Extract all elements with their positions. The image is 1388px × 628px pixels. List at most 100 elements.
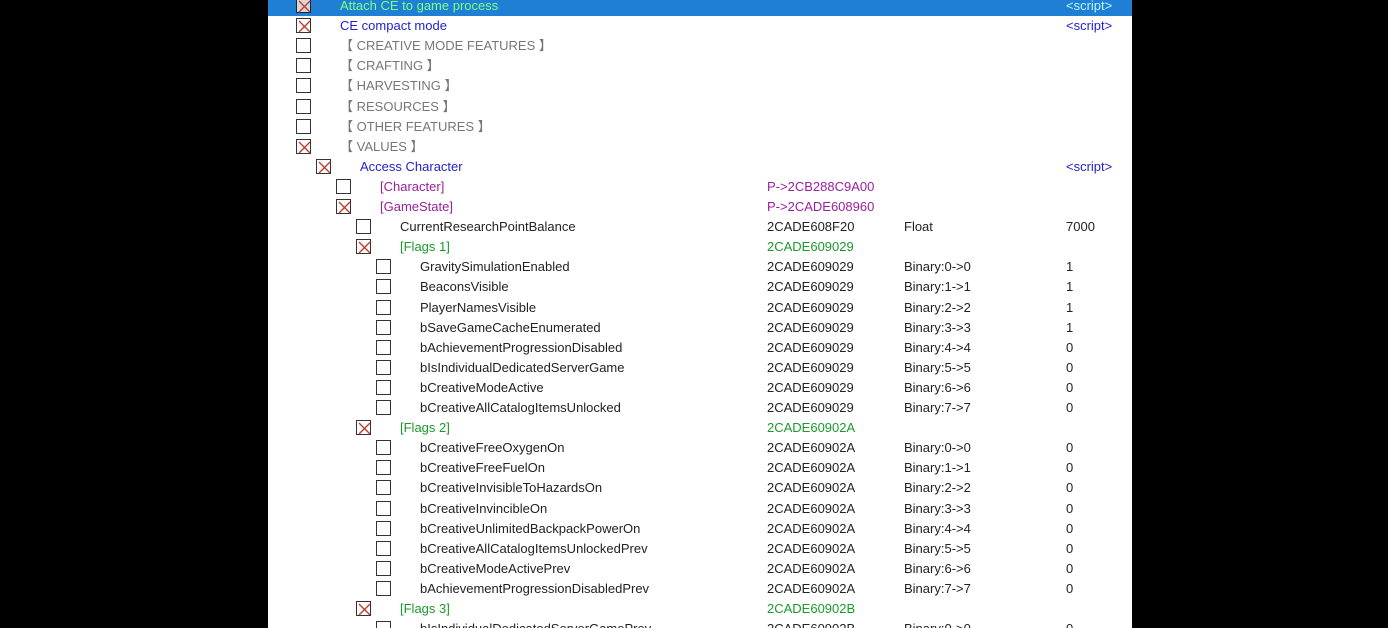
table-row[interactable]: PlayerNamesVisible 2CADE609029 Binary:2->2… bbox=[268, 298, 1132, 318]
active-checkbox[interactable] bbox=[376, 580, 391, 596]
row-address: 2CADE609029 bbox=[767, 339, 854, 355]
active-checkbox[interactable] bbox=[376, 400, 391, 415]
table-row[interactable]: bCreativeAllCatalogItemsUnlockedPrev 2CAD… bbox=[268, 539, 1132, 559]
active-checkbox[interactable] bbox=[376, 279, 391, 295]
cross-mark-icon bbox=[358, 422, 371, 435]
table-row[interactable]: 【 VALUES 】 bbox=[268, 137, 1132, 157]
active-checkbox[interactable] bbox=[296, 118, 311, 134]
table-row[interactable]: bSaveGameCacheEnumerated 2CADE609029 Binar… bbox=[268, 318, 1132, 338]
row-address: 2CADE609029 bbox=[767, 299, 854, 315]
active-checkbox[interactable] bbox=[376, 621, 391, 628]
row-value: 0 bbox=[1066, 500, 1074, 516]
active-checkbox-checked[interactable] bbox=[316, 158, 331, 174]
table-row[interactable]: [Flags 1] 2CADE609029 bbox=[268, 237, 1132, 257]
active-checkbox-checked[interactable] bbox=[356, 601, 371, 616]
row-address: 2CADE608F20 bbox=[767, 219, 855, 235]
active-checkbox[interactable] bbox=[376, 500, 391, 516]
table-row[interactable]: bCreativeFreeOxygenOn 2CADE60902A Binary:0… bbox=[268, 438, 1132, 458]
row-type: Binary:2->2 bbox=[904, 480, 971, 496]
row-description: 【 HARVESTING 】 bbox=[340, 78, 458, 94]
cross-mark-icon bbox=[298, 141, 311, 154]
active-checkbox[interactable] bbox=[376, 560, 391, 576]
cheat-table-list[interactable]: Attach CE to game process <script> CE comp… bbox=[268, 0, 1132, 628]
table-row[interactable]: bCreativeFreeFuelOn 2CADE60902A Binary:1->… bbox=[268, 458, 1132, 478]
table-row[interactable]: bCreativeInvisibleToHazardsOn 2CADE60902A… bbox=[268, 478, 1132, 498]
table-row[interactable]: 【 CRAFTING 】 bbox=[268, 56, 1132, 76]
active-checkbox-checked[interactable] bbox=[296, 138, 311, 154]
active-checkbox-checked[interactable] bbox=[296, 0, 311, 13]
table-row[interactable]: bCreativeAllCatalogItemsUnlocked 2CADE609… bbox=[268, 398, 1132, 418]
table-row[interactable]: bIsIndividualDedicatedServerGame 2CADE609… bbox=[268, 358, 1132, 378]
table-row[interactable]: [Character] P->2CB288C9A00 bbox=[268, 177, 1132, 197]
table-row[interactable]: 【 OTHER FEATURES 】 bbox=[268, 117, 1132, 137]
table-row[interactable]: bIsIndividualDedicatedServerGamePrev 2CAD… bbox=[268, 619, 1132, 628]
table-row[interactable]: bCreativeUnlimitedBackpackPowerOn 2CADE60… bbox=[268, 519, 1132, 539]
table-row[interactable]: bAchievementProgressionDisabledPrev 2CADE… bbox=[268, 579, 1132, 599]
active-checkbox[interactable] bbox=[296, 78, 311, 94]
active-checkbox[interactable] bbox=[376, 480, 391, 496]
active-checkbox[interactable] bbox=[336, 178, 351, 194]
active-checkbox[interactable] bbox=[376, 540, 391, 556]
table-row[interactable]: Attach CE to game process <script> bbox=[268, 0, 1132, 16]
row-script-value: <script> bbox=[1066, 158, 1113, 174]
active-checkbox-checked[interactable] bbox=[296, 18, 311, 34]
active-checkbox[interactable] bbox=[376, 299, 391, 315]
table-row[interactable]: 【 RESOURCES 】 bbox=[268, 97, 1132, 117]
row-type: Binary:3->3 bbox=[904, 319, 971, 335]
row-address: P->2CB288C9A00 bbox=[767, 178, 875, 194]
active-checkbox[interactable] bbox=[376, 339, 391, 355]
cross-mark-icon bbox=[358, 603, 371, 616]
row-address: 2CADE60902A bbox=[767, 440, 856, 456]
row-description: bIsIndividualDedicatedServerGame bbox=[420, 359, 625, 375]
table-row[interactable]: [GameState] P->2CADE608960 bbox=[268, 197, 1132, 217]
row-description: [Character] bbox=[380, 178, 445, 194]
table-row[interactable]: 【 HARVESTING 】 bbox=[268, 76, 1132, 96]
active-checkbox[interactable] bbox=[376, 460, 391, 476]
row-address: 2CADE60902A bbox=[767, 480, 856, 496]
active-checkbox[interactable] bbox=[376, 259, 391, 275]
row-description: Attach CE to game process bbox=[340, 0, 499, 13]
active-checkbox-checked[interactable] bbox=[356, 420, 371, 436]
table-row[interactable]: GravitySimulationEnabled 2CADE609029 Binar… bbox=[268, 257, 1132, 277]
table-row[interactable]: [Flags 3] 2CADE60902B bbox=[268, 599, 1132, 619]
table-row[interactable]: CurrentResearchPointBalance 2CADE608F20 Fl… bbox=[268, 217, 1132, 237]
row-description: 【 OTHER FEATURES 】 bbox=[340, 118, 491, 134]
row-address: 2CADE60902B bbox=[767, 601, 856, 616]
row-description: bCreativeAllCatalogItemsUnlockedPrev bbox=[420, 540, 648, 556]
table-row[interactable]: bAchievementProgressionDisabled 2CADE6090… bbox=[268, 338, 1132, 358]
row-description: bCreativeAllCatalogItemsUnlocked bbox=[420, 400, 621, 415]
table-row[interactable]: bCreativeModeActive 2CADE609029 Binary:6->… bbox=[268, 378, 1132, 398]
row-type: Binary:6->6 bbox=[904, 560, 971, 576]
row-description: [Flags 1] bbox=[400, 239, 450, 255]
active-checkbox[interactable] bbox=[296, 38, 311, 54]
table-row[interactable]: CE compact mode <script> bbox=[268, 16, 1132, 36]
row-type: Float bbox=[904, 219, 933, 235]
table-row[interactable]: bCreativeInvincibleOn 2CADE60902A Binary:3… bbox=[268, 499, 1132, 519]
row-type: Binary:1->1 bbox=[904, 460, 971, 476]
active-checkbox[interactable] bbox=[356, 219, 371, 235]
table-row[interactable]: Access Character <script> bbox=[268, 157, 1132, 177]
row-address: P->2CADE608960 bbox=[767, 199, 875, 214]
cross-mark-icon bbox=[298, 0, 311, 13]
active-checkbox-checked[interactable] bbox=[336, 199, 351, 214]
row-address: 2CADE60902A bbox=[767, 540, 856, 556]
row-description: PlayerNamesVisible bbox=[420, 299, 537, 315]
row-value: 0 bbox=[1066, 480, 1074, 496]
active-checkbox[interactable] bbox=[376, 379, 391, 395]
table-row[interactable]: 【 CREATIVE MODE FEATURES 】 bbox=[268, 36, 1132, 56]
table-row[interactable]: BeaconsVisible 2CADE609029 Binary:1->1 1 bbox=[268, 277, 1132, 297]
row-address: 2CADE60902A bbox=[767, 420, 856, 436]
active-checkbox[interactable] bbox=[376, 359, 391, 375]
active-checkbox-checked[interactable] bbox=[356, 239, 371, 255]
active-checkbox[interactable] bbox=[296, 98, 311, 114]
active-checkbox[interactable] bbox=[376, 319, 391, 335]
active-checkbox[interactable] bbox=[296, 58, 311, 74]
row-description: bCreativeInvincibleOn bbox=[420, 500, 548, 516]
active-checkbox[interactable] bbox=[376, 440, 391, 456]
row-description: [Flags 3] bbox=[400, 601, 450, 616]
table-row[interactable]: [Flags 2] 2CADE60902A bbox=[268, 418, 1132, 438]
active-checkbox[interactable] bbox=[376, 520, 391, 536]
row-description: BeaconsVisible bbox=[420, 279, 509, 295]
row-type: Binary:5->5 bbox=[904, 359, 971, 375]
table-row[interactable]: bCreativeModeActivePrev 2CADE60902A Binary… bbox=[268, 559, 1132, 579]
